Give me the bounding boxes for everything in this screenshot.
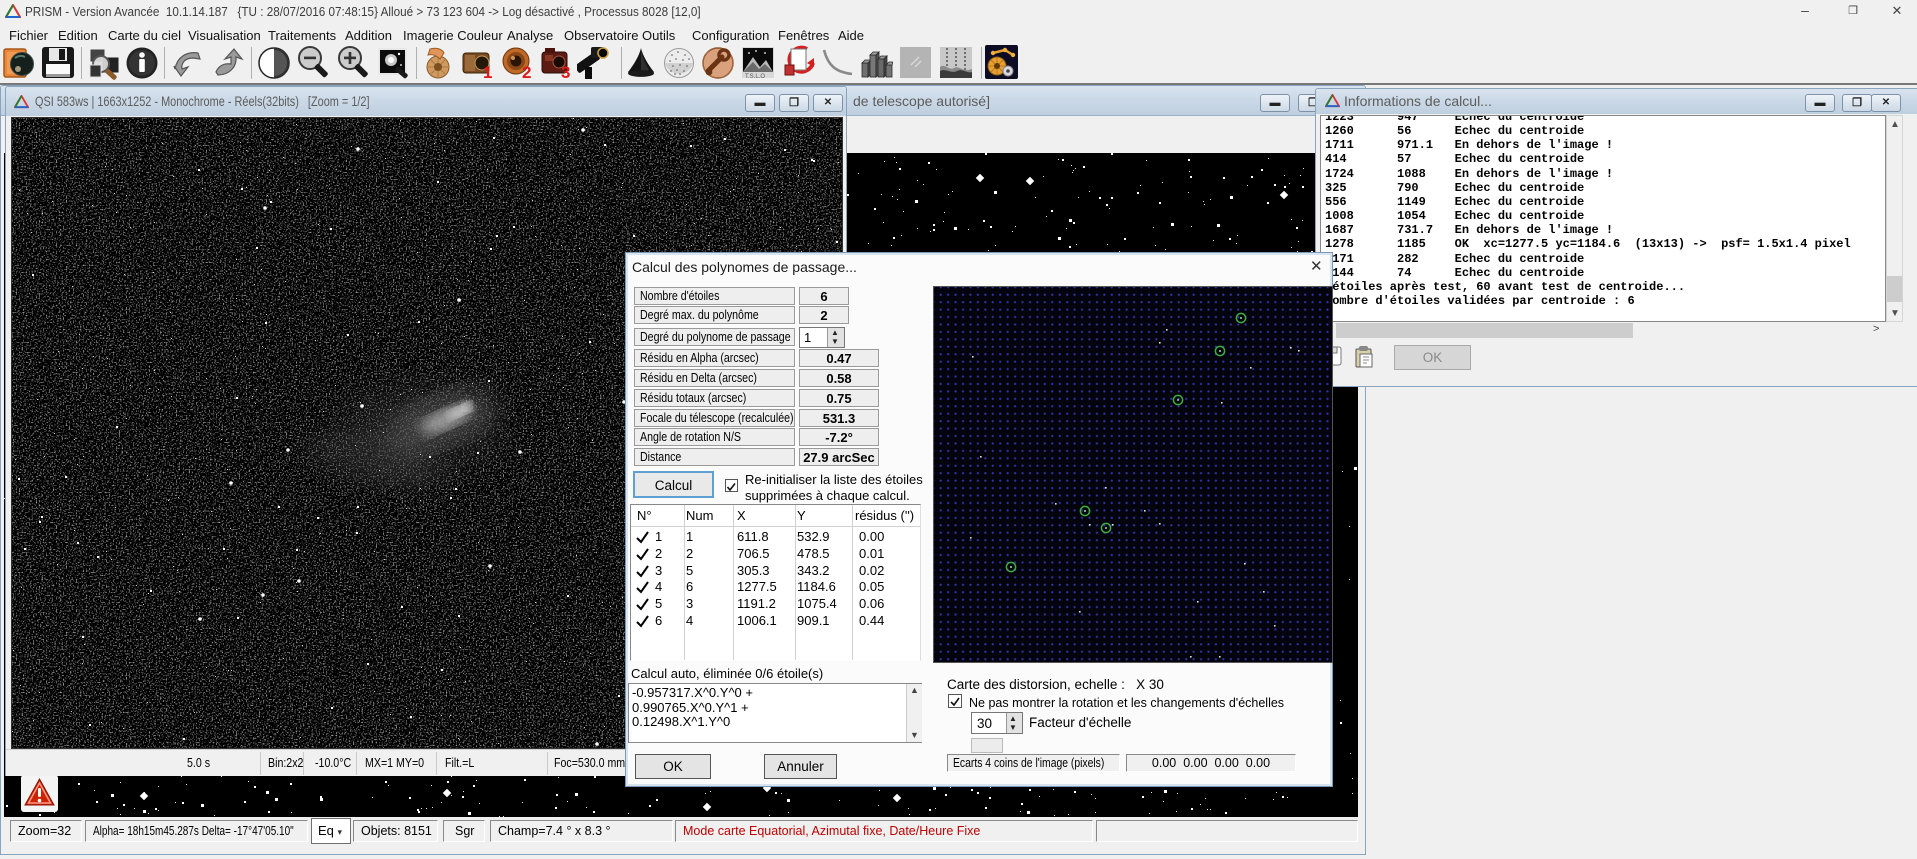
svg-text:2: 2 (522, 63, 531, 81)
svg-text:3: 3 (561, 63, 570, 81)
svg-text:1: 1 (483, 63, 492, 81)
svg-text:T.S.L.O: T.S.L.O (745, 74, 765, 80)
